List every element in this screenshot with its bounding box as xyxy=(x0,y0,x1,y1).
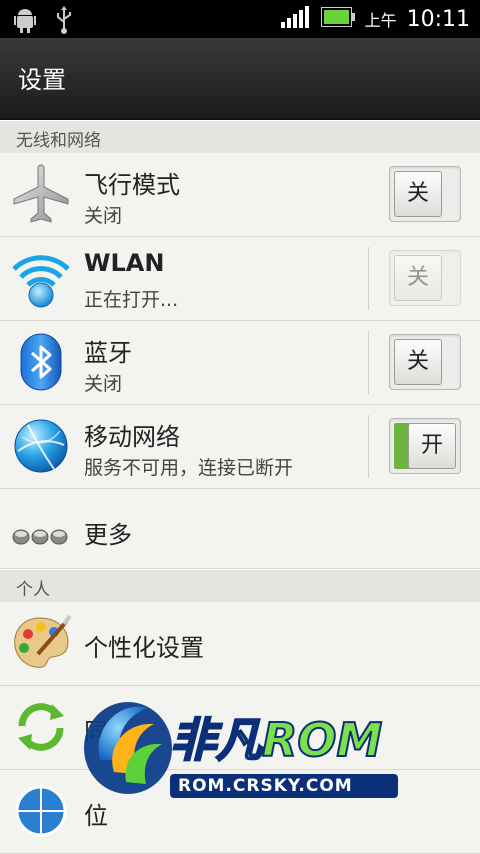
divider xyxy=(368,415,369,478)
setting-row-personalize[interactable]: 个性化设置 xyxy=(0,602,480,686)
status-time: 10:11 xyxy=(406,6,470,32)
divider xyxy=(368,247,369,310)
setting-summary: 正在打开... xyxy=(84,289,179,311)
palette-icon xyxy=(10,612,72,674)
setting-row-airplane-mode[interactable]: 飞行模式 关闭 关 xyxy=(0,153,480,237)
watermark-logo: 非凡ROM ROM.CRSKY.COM xyxy=(78,690,408,800)
status-bar: 上午 10:11 xyxy=(0,0,480,38)
setting-title: 个性化设置 xyxy=(84,634,204,662)
mobile-network-toggle[interactable]: 开 xyxy=(389,418,461,474)
setting-title: 飞行模式 xyxy=(84,171,180,199)
setting-summary: 关闭 xyxy=(84,205,123,227)
android-debug-icon xyxy=(14,7,36,37)
battery-icon xyxy=(320,7,355,31)
location-globe-icon xyxy=(10,780,72,842)
section-label: 无线和网络 xyxy=(16,131,101,151)
bluetooth-toggle[interactable]: 关 xyxy=(389,334,461,390)
setting-title: 更多 xyxy=(84,521,132,549)
setting-title: 移动网络 xyxy=(84,423,180,451)
wifi-icon xyxy=(10,247,72,309)
section-header-personal: 个人 xyxy=(0,569,480,603)
signal-icon xyxy=(280,6,311,32)
more-dots-icon xyxy=(10,499,72,561)
globe-network-icon xyxy=(10,415,72,477)
wlan-toggle[interactable]: 关 xyxy=(389,250,461,306)
toggle-knob: 关 xyxy=(394,255,442,301)
airplane-mode-toggle[interactable]: 关 xyxy=(389,166,461,222)
setting-title: 蓝牙 xyxy=(84,339,132,367)
setting-row-mobile-network[interactable]: 移动网络 服务不可用，连接已断开 开 xyxy=(0,405,480,489)
setting-summary: 服务不可用，连接已断开 xyxy=(84,457,294,479)
action-bar: 设置 xyxy=(0,38,480,120)
setting-row-bluetooth[interactable]: 蓝牙 关闭 关 xyxy=(0,321,480,405)
setting-row-wlan[interactable]: WLAN 正在打开... 关 xyxy=(0,237,480,321)
setting-title: 位 xyxy=(84,802,108,830)
toggle-knob: 关 xyxy=(394,339,442,385)
section-label: 个人 xyxy=(16,580,50,600)
toggle-knob: 关 xyxy=(394,171,442,217)
section-header-wireless: 无线和网络 xyxy=(0,120,480,154)
divider xyxy=(368,331,369,394)
setting-row-more[interactable]: 更多 xyxy=(0,489,480,569)
usb-icon xyxy=(54,6,74,38)
setting-title: WLAN xyxy=(84,249,165,277)
page-title: 设置 xyxy=(18,66,66,94)
bluetooth-icon xyxy=(10,331,72,393)
toggle-knob: 开 xyxy=(408,423,456,469)
setting-summary: 关闭 xyxy=(84,373,123,395)
watermark-brand: 非凡ROM xyxy=(169,712,383,768)
airplane-icon xyxy=(10,163,72,225)
status-ampm: 上午 xyxy=(364,11,397,30)
sync-arrows-icon xyxy=(10,696,72,758)
watermark-url: ROM.CRSKY.COM xyxy=(178,776,353,796)
